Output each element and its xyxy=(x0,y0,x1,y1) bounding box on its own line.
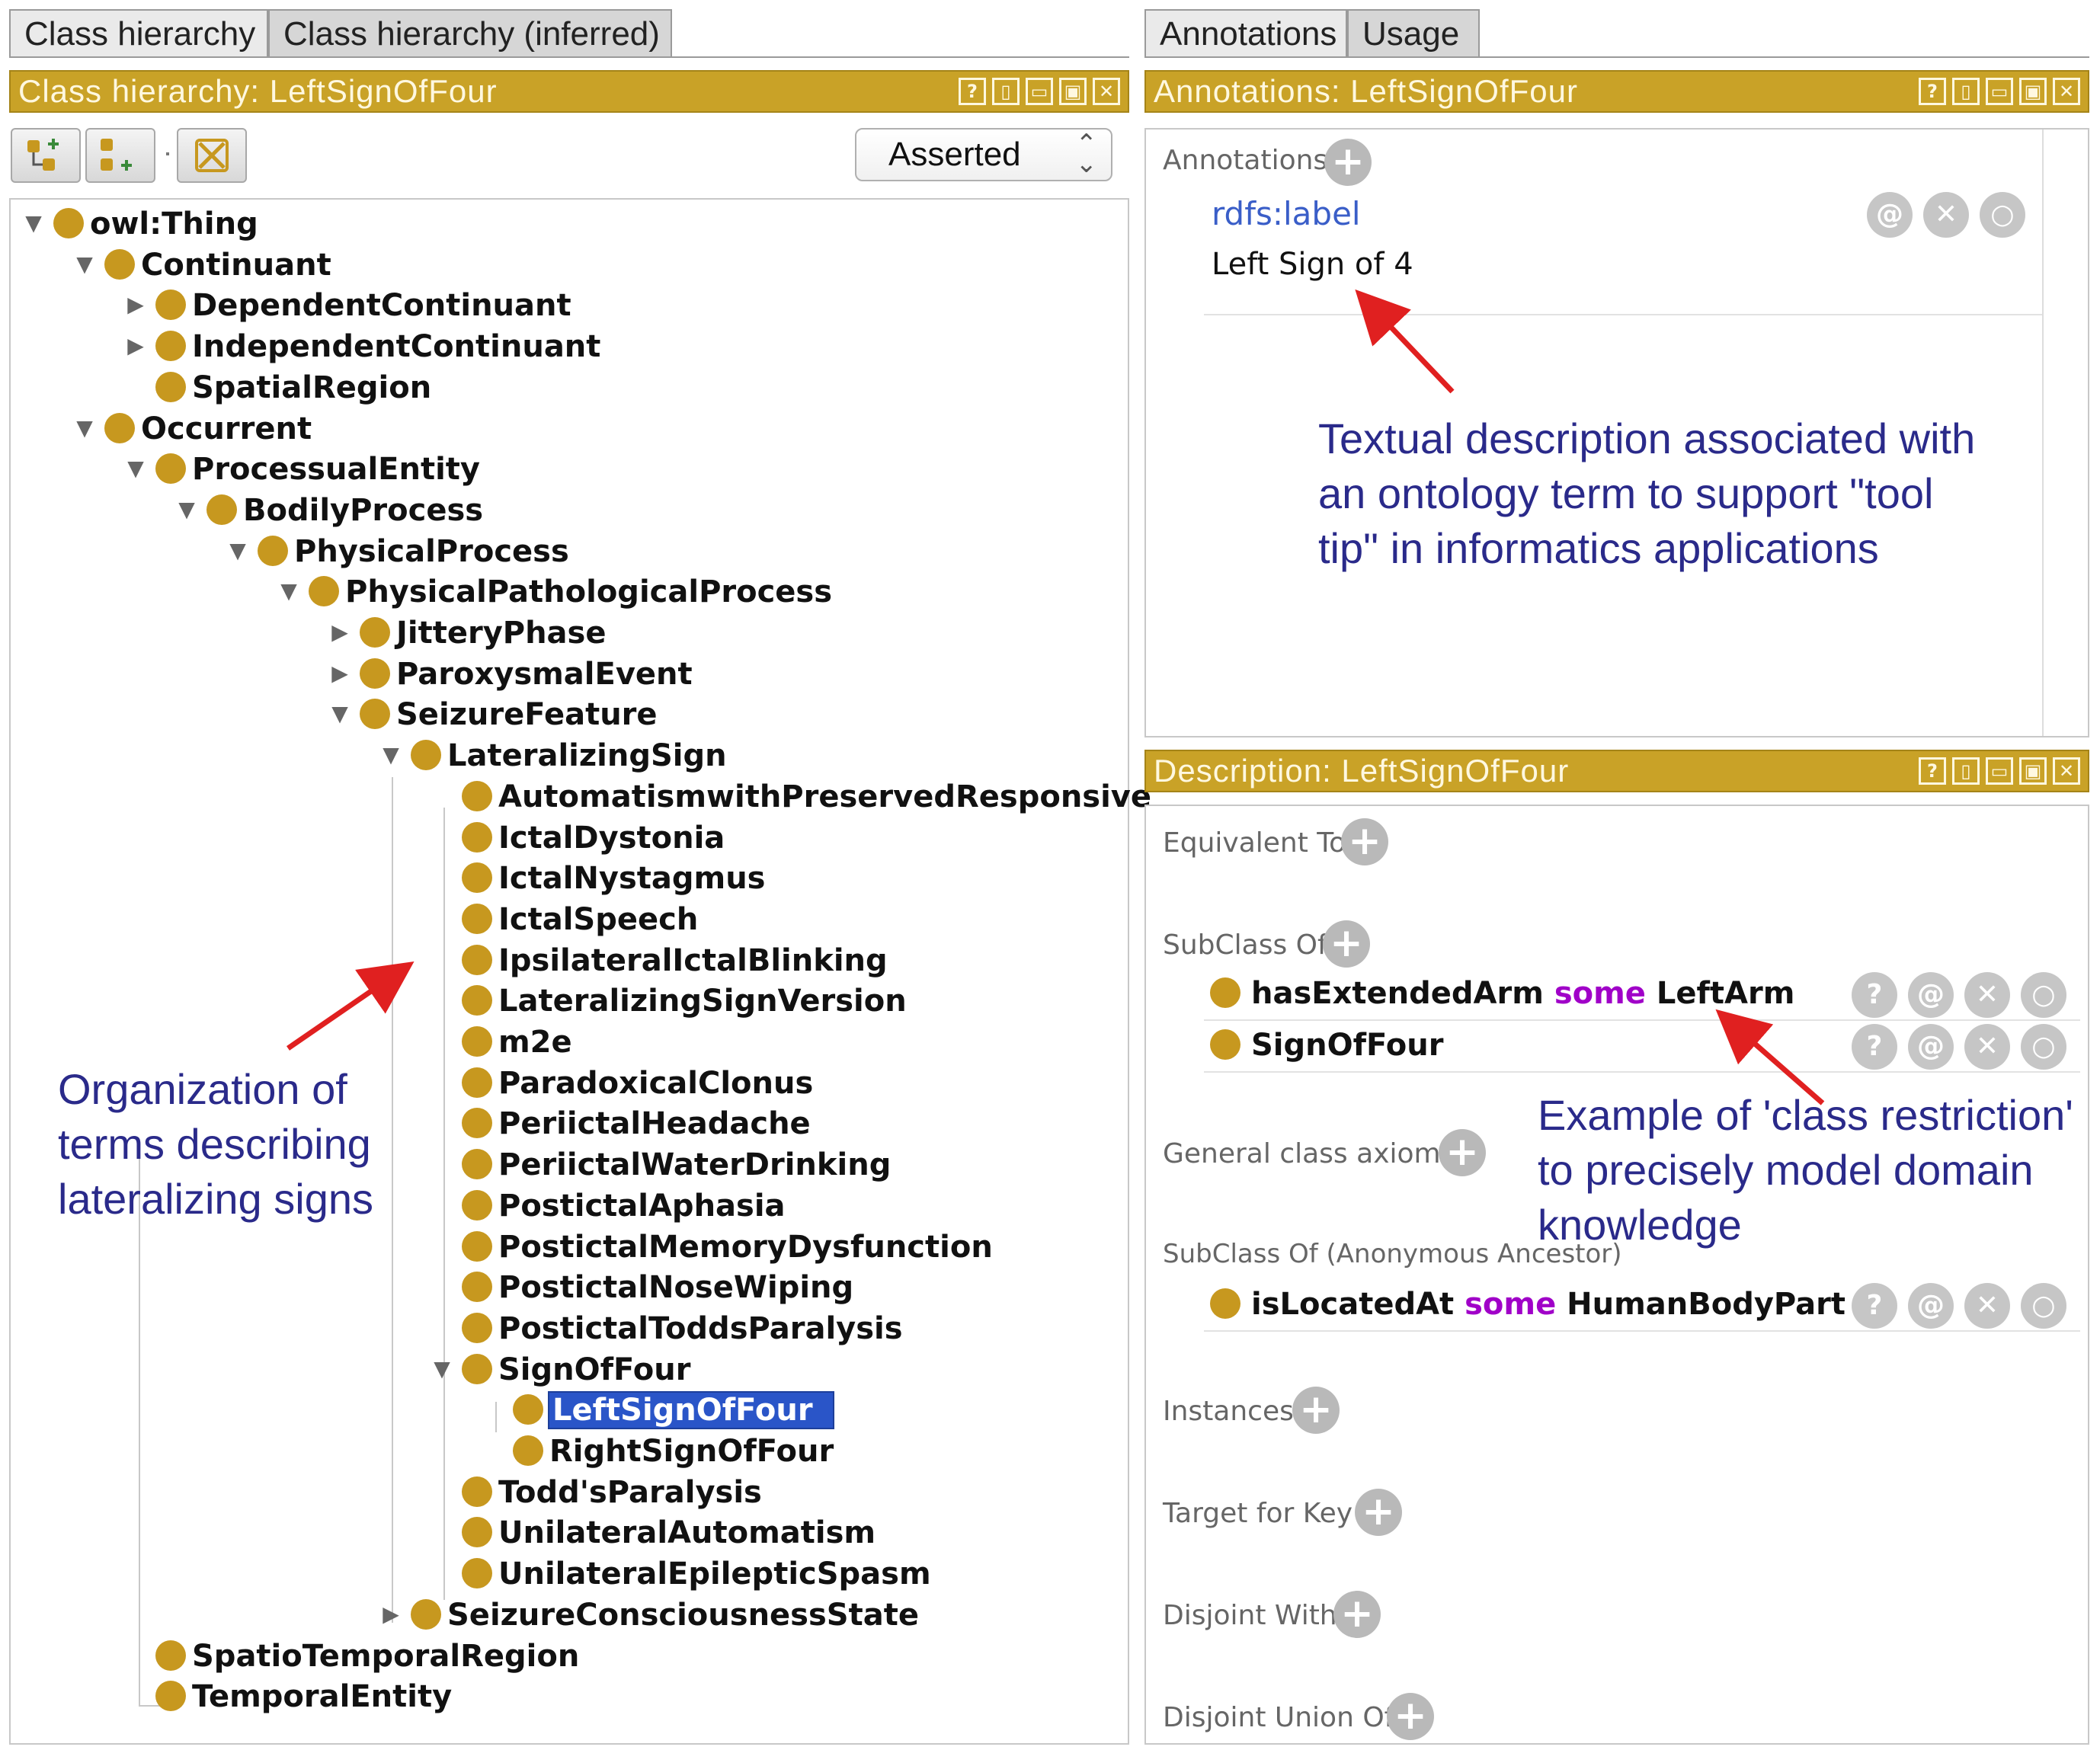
callout-arrows xyxy=(287,289,1825,1105)
organization-arrow xyxy=(287,961,415,1051)
tooltip-arrow xyxy=(1355,289,1455,394)
restriction-arrow xyxy=(1715,1009,1825,1105)
